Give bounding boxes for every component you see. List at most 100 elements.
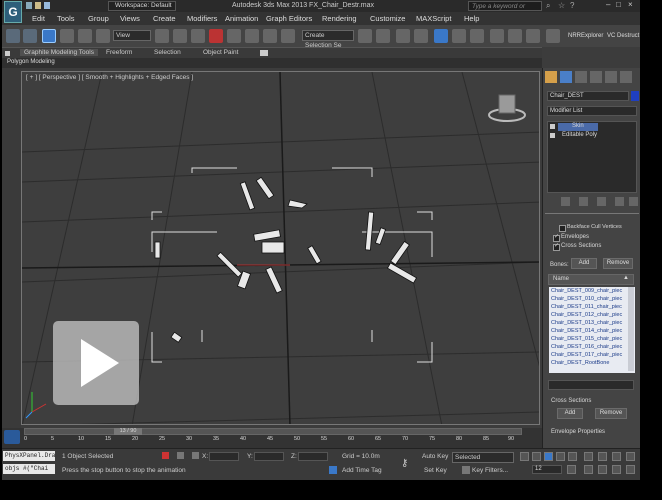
key-mode-dropdown[interactable]: Selected [452,452,514,463]
go-to-start-icon[interactable] [520,452,529,461]
list-item[interactable]: Chair_DEST_011_chair_piec [551,304,622,310]
stop-icon[interactable] [544,452,553,461]
modifier-list-dropdown[interactable]: Modifier List [547,106,637,116]
add-cross-section-button[interactable]: Add [557,408,583,419]
menu-rendering[interactable]: Rendering [322,14,357,23]
backface-cull-checkbox[interactable] [559,225,566,232]
list-item[interactable]: Chair_DEST_017_chair_piec [551,352,622,358]
keyboard-shortcut-icon[interactable] [191,29,205,43]
modifier-skin[interactable]: Skin [558,123,598,131]
configure-sets-icon[interactable] [629,197,638,206]
list-item[interactable]: Chair_DEST_016_chair_piec [551,344,622,350]
schematic-view-icon[interactable] [452,29,466,43]
lock-selection-icon[interactable] [162,452,169,459]
search-input[interactable]: Type a keyword or phrase [468,1,542,19]
menu-modifiers[interactable]: Modifiers [187,14,217,23]
name-column-header[interactable]: Name [553,276,569,282]
new-file-icon[interactable] [26,2,32,9]
mirror-icon[interactable] [358,29,372,43]
viewport-label[interactable]: [ + ] [ Perspective ] [ Smooth + Highlig… [26,74,193,81]
tab-selection[interactable]: Selection [154,49,181,56]
object-name-field[interactable]: Chair_DEST [547,91,629,101]
bone-list-hscroll[interactable] [548,380,634,390]
cross-sections-header[interactable]: Cross Sections [551,398,591,404]
move-icon[interactable] [78,29,92,43]
modify-tab-icon[interactable] [560,71,572,83]
render-icon[interactable] [526,29,540,43]
sort-icon[interactable]: ▲ [623,275,629,281]
named-selection-dropdown[interactable]: Create Selection Se [302,30,354,49]
absolute-mode-icon[interactable] [192,452,199,459]
select-manipulate-icon[interactable] [173,29,187,43]
key-filters-button[interactable]: Key Filters... [472,467,508,474]
time-config-icon[interactable] [567,465,576,474]
select-by-name-icon[interactable] [60,29,74,43]
pan-icon[interactable] [598,465,607,474]
layer-manager-icon[interactable] [396,29,410,43]
display-tab-icon[interactable] [605,71,617,83]
menu-tools[interactable]: Tools [57,14,75,23]
tab-polygon-modeling[interactable]: Polygon Modeling [7,59,55,65]
menu-views[interactable]: Views [120,14,140,23]
align-icon[interactable] [376,29,390,43]
hierarchy-tab-icon[interactable] [575,71,587,83]
save-file-icon[interactable] [44,2,50,9]
list-item[interactable]: Chair_DEST_015_chair_piec [551,336,622,342]
bone-list-scrollbar[interactable] [628,287,634,371]
maximize-icon[interactable]: □ [616,0,621,9]
pin-stack-icon[interactable] [561,197,570,206]
time-tag-icon[interactable] [329,466,337,474]
menu-help[interactable]: Help [464,14,479,23]
angle-snap-icon[interactable] [227,29,241,43]
close-icon[interactable]: × [628,0,633,9]
motion-tab-icon[interactable] [590,71,602,83]
list-item[interactable]: Chair_DEST_013_chair_piec [551,320,622,326]
menu-animation[interactable]: Animation [225,14,258,23]
menu-edit[interactable]: Edit [32,14,45,23]
create-tab-icon[interactable] [545,71,557,83]
bone-list-header[interactable]: Name ▲ [548,274,634,285]
time-slider[interactable]: 13 / 90 0 5 10 15 20 25 30 35 40 45 50 5… [2,428,542,448]
isolate-icon[interactable] [177,452,184,459]
go-to-end-icon[interactable] [568,452,577,461]
zoom-all-icon[interactable] [598,452,607,461]
select-object-icon[interactable] [42,29,56,43]
menu-graph-editors[interactable]: Graph Editors [266,14,312,23]
subscription-icon[interactable]: ☆ [558,1,565,10]
modifier-on-icon[interactable] [550,124,555,129]
remove-modifier-icon[interactable] [615,197,624,206]
list-item[interactable]: Chair_DEST_009_chair_piec [551,288,622,294]
key-filter-icon[interactable] [462,466,470,474]
nrr-explorer-label[interactable]: NRRExplorer [568,33,603,39]
zoom-extents-all-icon[interactable] [626,452,635,461]
y-coordinate-field[interactable] [254,452,284,461]
list-item[interactable]: Chair_DEST_014_chair_piec [551,328,622,334]
add-time-tag[interactable]: Add Time Tag [342,467,382,474]
tab-freeform[interactable]: Freeform [106,49,132,56]
workspace-dropdown[interactable]: Workspace: Default [108,1,176,11]
search-icon[interactable]: ⌕ [546,1,550,11]
material-editor-icon[interactable] [470,29,484,43]
reference-coordinate-dropdown[interactable]: View [113,30,151,41]
zoom-extents-icon[interactable] [612,452,621,461]
time-slider-thumb[interactable]: 13 / 90 [114,428,142,435]
edit-named-selection-icon[interactable] [281,29,295,43]
undo-icon[interactable] [6,29,20,43]
z-coordinate-field[interactable] [298,452,328,461]
spinner-snap-icon[interactable] [263,29,277,43]
ribbon-toggle-icon[interactable] [5,51,10,56]
curve-editor-icon[interactable] [434,29,448,43]
render-setup-icon[interactable] [490,29,504,43]
tab-graphite-modeling-tools[interactable]: Graphite Modeling Tools [20,49,98,56]
previous-frame-icon[interactable] [532,452,541,461]
menu-create[interactable]: Create [153,14,176,23]
utilities-tab-icon[interactable] [620,71,632,83]
current-frame-field[interactable]: 12 [532,465,562,474]
x-coordinate-field[interactable] [209,452,239,461]
maximize-viewport-icon[interactable] [626,465,635,474]
vc-destruct-label[interactable]: VC Destruct [607,33,639,39]
field-of-view-icon[interactable] [584,465,593,474]
list-item[interactable]: Chair_DEST_RootBone [551,360,609,366]
make-unique-icon[interactable] [597,197,606,206]
percent-snap-icon[interactable] [245,29,259,43]
